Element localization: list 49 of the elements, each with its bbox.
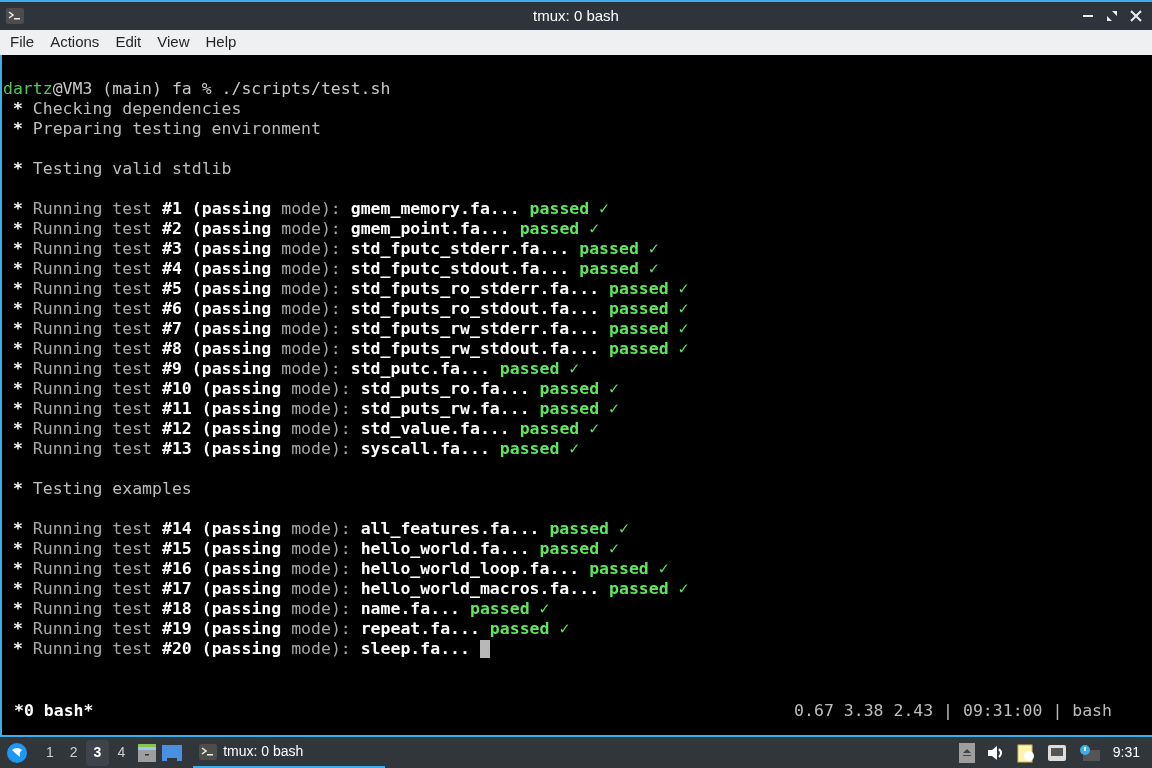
tmux-status-text: 0.67 3.38 2.43 | 09:31:00 | bash: [794, 701, 1112, 721]
terminal-line: * Running test #15 (passing mode): hello_world.fa... passed ✓: [11, 539, 619, 559]
window-title: tmux: 0 bash: [533, 5, 619, 26]
tmux-window-label: *0 bash*: [14, 701, 94, 721]
menu-item[interactable]: File: [4, 31, 41, 54]
terminal-line: * Preparing testing environment: [11, 119, 321, 139]
clock[interactable]: 9:31: [1112, 742, 1140, 763]
terminal-line: * Running test #13 (passing mode): syscall.fa... passed ✓: [11, 439, 580, 459]
terminal-line: * Running test #19 (passing mode): repeat.fa... passed ✓: [11, 619, 570, 639]
terminal-line: * Running test #4 (passing mode): std_fputc_stdout.fa... passed ✓: [11, 259, 659, 279]
terminal-line: dartz@VM3 (main) fa % ./scripts/test.sh: [3, 79, 391, 99]
terminal-line: * Running test #6 (passing mode): std_fputs_ro_stdout.fa... passed ✓: [11, 299, 689, 319]
desktop-icon[interactable]: [161, 743, 184, 762]
workspace-tab[interactable]: 1: [38, 739, 62, 766]
terminal-line: * Running test #1 (passing mode): gmem_memory.fa... passed ✓: [11, 199, 610, 219]
terminal-line: * Running test #18 (passing mode): name.fa... passed ✓: [11, 599, 550, 619]
eject-icon[interactable]: [958, 742, 975, 763]
terminal-line: * Running test #5 (passing mode): std_fputs_ro_stderr.fa... passed ✓: [11, 279, 689, 299]
terminal-line: * Running test #9 (passing mode): std_putc.fa... passed ✓: [11, 359, 580, 379]
terminal-line: * Testing examples: [11, 479, 192, 499]
terminal-line: * Running test #7 (passing mode): std_fputs_rw_stderr.fa... passed ✓: [11, 319, 689, 339]
terminal-line: * Running test #2 (passing mode): gmem_point.fa... passed ✓: [11, 219, 600, 239]
terminal-line: * Running test #3 (passing mode): std_fputc_stderr.fa... passed ✓: [11, 239, 659, 259]
terminal-line: * Running test #8 (passing mode): std_fputs_rw_stdout.fa... passed ✓: [11, 339, 689, 359]
close-icon[interactable]: [1130, 10, 1142, 22]
terminal-line: * Running test #17 (passing mode): hello_world_macros.fa... passed ✓: [11, 579, 689, 599]
terminal-icon: [6, 8, 24, 24]
terminal-line: * Running test #14 (passing mode): all_features.fa... passed ✓: [11, 519, 629, 539]
maximize-icon[interactable]: [1106, 10, 1118, 22]
terminal-line: * Checking dependencies: [11, 99, 242, 119]
terminal-line: * Running test #12 (passing mode): std_value.fa... passed ✓: [11, 419, 600, 439]
terminal-line: * Running test #10 (passing mode): std_puts_ro.fa... passed ✓: [11, 379, 619, 399]
file-cabinet-icon[interactable]: [137, 742, 158, 763]
menu-item[interactable]: View: [151, 31, 196, 54]
menu-item[interactable]: Actions: [44, 31, 106, 54]
notification-icon[interactable]: [1078, 743, 1101, 762]
taskbar-task[interactable]: tmux: 0 bash: [193, 737, 386, 768]
terminal-line: * Running test #16 (passing mode): hello_world_loop.fa... passed ✓: [11, 559, 669, 579]
terminal-line: * Testing valid stdlib: [11, 159, 232, 179]
terminal-line: * Running test #11 (passing mode): std_puts_rw.fa... passed ✓: [11, 399, 619, 419]
terminal-icon: [199, 743, 218, 760]
start-menu-icon[interactable]: [6, 741, 28, 764]
menu-item[interactable]: Help: [199, 31, 243, 54]
workspace-tab[interactable]: 3: [85, 739, 110, 766]
workspace-tab[interactable]: 4: [109, 739, 134, 766]
menu-item[interactable]: Edit: [109, 31, 148, 54]
workspace-tab[interactable]: 2: [61, 739, 86, 766]
volume-icon[interactable]: [986, 744, 1005, 761]
terminal-line: * Running test #20 (passing mode): sleep.fa...: [11, 639, 471, 659]
